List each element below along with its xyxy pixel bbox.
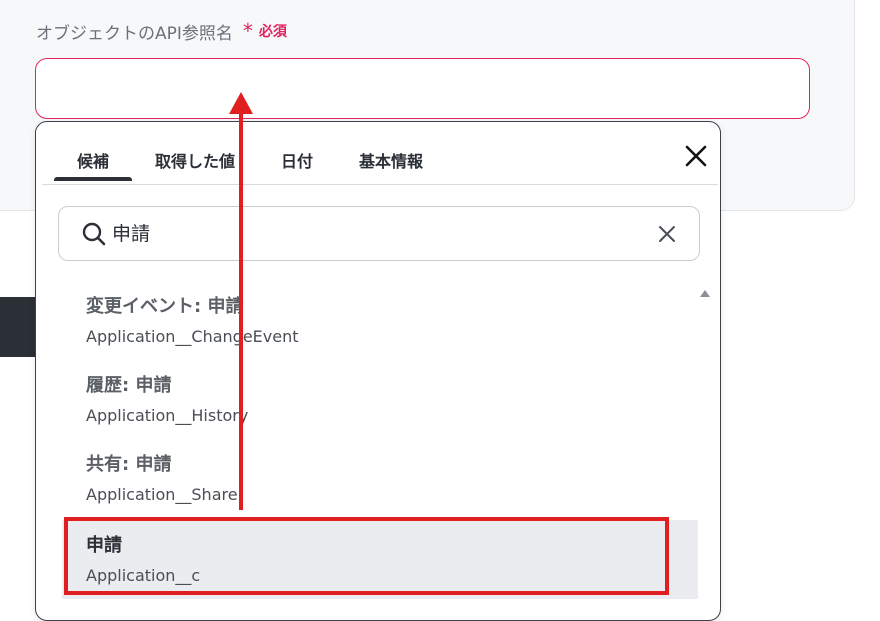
tab-bar: 候補 取得した値 日付 基本情報 <box>42 122 718 185</box>
list-item[interactable]: 変更イベント: 申請 Application__ChangeEvent <box>62 281 698 360</box>
scroll-up-arrow-icon[interactable] <box>700 290 710 297</box>
required-star: * <box>242 19 253 43</box>
item-api-name: Application__History <box>86 406 249 425</box>
item-title: 変更イベント: 申請 <box>86 296 244 317</box>
search-icon <box>82 222 106 246</box>
search-box <box>58 206 700 261</box>
tab-candidates[interactable]: 候補 <box>77 148 109 172</box>
list-item[interactable]: 履歴: 申請 Application__History <box>62 360 698 439</box>
annotation-highlight-box <box>64 517 669 595</box>
search-input[interactable] <box>112 221 632 243</box>
item-title: 共有: 申請 <box>86 454 172 475</box>
object-api-name-input[interactable] <box>35 58 810 119</box>
item-api-name: Application__Share <box>86 485 238 504</box>
field-label-text: オブジェクトのAPI参照名 <box>36 23 233 44</box>
field-label: オブジェクトのAPI参照名 * 必須 <box>36 19 287 44</box>
required-badge: 必須 <box>258 24 287 40</box>
close-icon[interactable] <box>682 142 710 170</box>
clear-search-icon[interactable] <box>656 223 678 245</box>
tab-date[interactable]: 日付 <box>281 148 313 172</box>
tab-basic-info[interactable]: 基本情報 <box>359 148 423 172</box>
tab-fetched-values[interactable]: 取得した値 <box>155 148 235 172</box>
item-api-name: Application__ChangeEvent <box>86 327 299 346</box>
item-title: 履歴: 申請 <box>86 375 172 396</box>
active-tab-indicator <box>54 177 132 181</box>
list-item[interactable]: 共有: 申請 Application__Share <box>62 439 698 518</box>
